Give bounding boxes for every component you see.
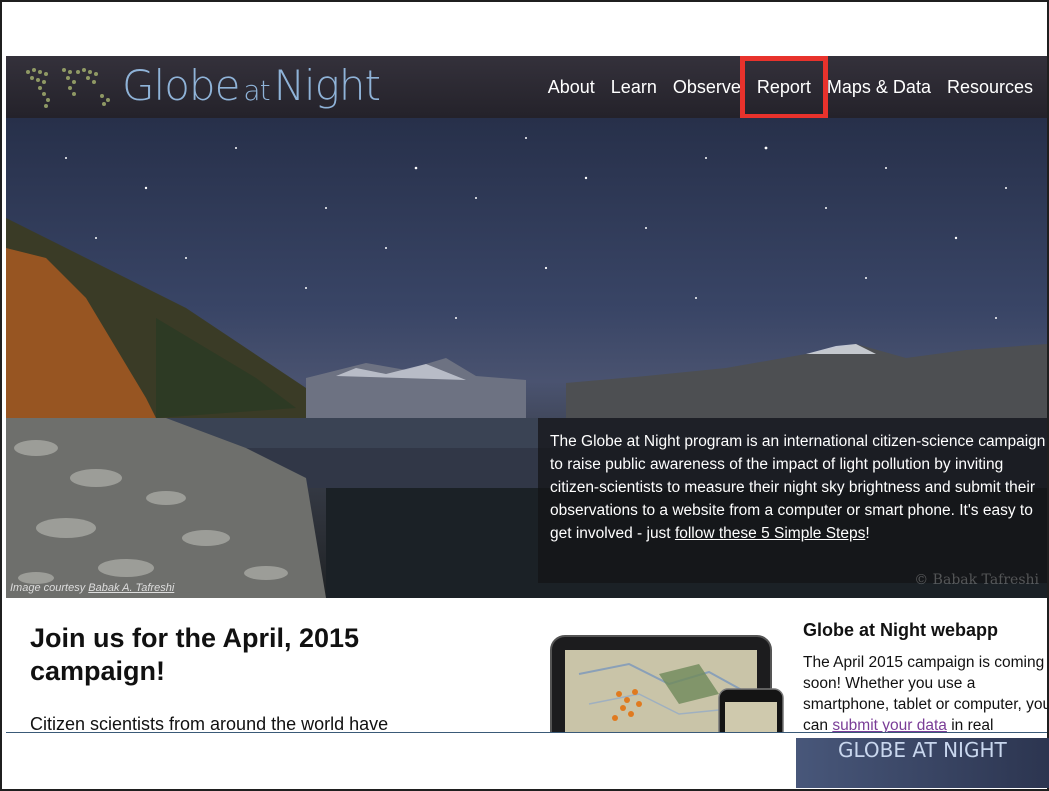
main-nav: About Learn Observe Report Maps & Data R… bbox=[540, 55, 1041, 119]
campaign-intro-text: Citizen scientists from around the world… bbox=[30, 714, 389, 732]
webapp-heading: Globe at Night webapp bbox=[803, 620, 999, 640]
nav-item-observe[interactable]: Observe bbox=[665, 77, 749, 98]
footer-banner-logo[interactable]: GLOBE AT NIGHT bbox=[796, 738, 1049, 788]
five-simple-steps-link[interactable]: follow these 5 Simple Steps bbox=[675, 525, 865, 542]
image-credit: Image courtesy Babak A. Tafreshi bbox=[10, 582, 174, 594]
image-credit-prefix: Image courtesy bbox=[10, 582, 89, 594]
world-map-logo-icon bbox=[26, 68, 110, 108]
hero-caption: The Globe at Night program is an interna… bbox=[538, 418, 1047, 583]
photo-watermark: © Babak Tafreshi bbox=[914, 572, 1039, 588]
logo-word-at: at bbox=[243, 74, 270, 107]
logo-word-night: Night bbox=[273, 61, 381, 110]
campaign-heading: Join us for the April, 2015 campaign! bbox=[30, 623, 360, 686]
webapp-text-end: in real bbox=[946, 717, 994, 732]
submit-data-link[interactable]: submit your data bbox=[832, 717, 947, 732]
section-divider bbox=[6, 732, 1047, 733]
webapp-devices-image bbox=[550, 635, 784, 732]
photographer-link[interactable]: Babak A. Tafreshi bbox=[88, 582, 174, 594]
footer-logo-text: GLOBE AT NIGHT bbox=[838, 738, 1007, 762]
site-header: Globe atNight About Learn Observe Report … bbox=[6, 55, 1047, 119]
nav-item-resources[interactable]: Resources bbox=[939, 77, 1041, 98]
webapp-description: The April 2015 campaign is coming soon! … bbox=[803, 652, 1047, 732]
hero-caption-end: ! bbox=[865, 525, 870, 542]
nav-item-learn[interactable]: Learn bbox=[603, 77, 665, 98]
nav-item-maps-data[interactable]: Maps & Data bbox=[819, 77, 939, 98]
site-logo[interactable]: Globe atNight bbox=[122, 60, 381, 117]
nav-item-about[interactable]: About bbox=[540, 77, 603, 98]
nav-item-report[interactable]: Report bbox=[739, 55, 828, 119]
hero-banner: The Globe at Night program is an interna… bbox=[6, 118, 1047, 598]
logo-word-globe: Globe bbox=[122, 61, 240, 110]
main-content: Join us for the April, 2015 campaign! Ci… bbox=[6, 598, 1047, 732]
